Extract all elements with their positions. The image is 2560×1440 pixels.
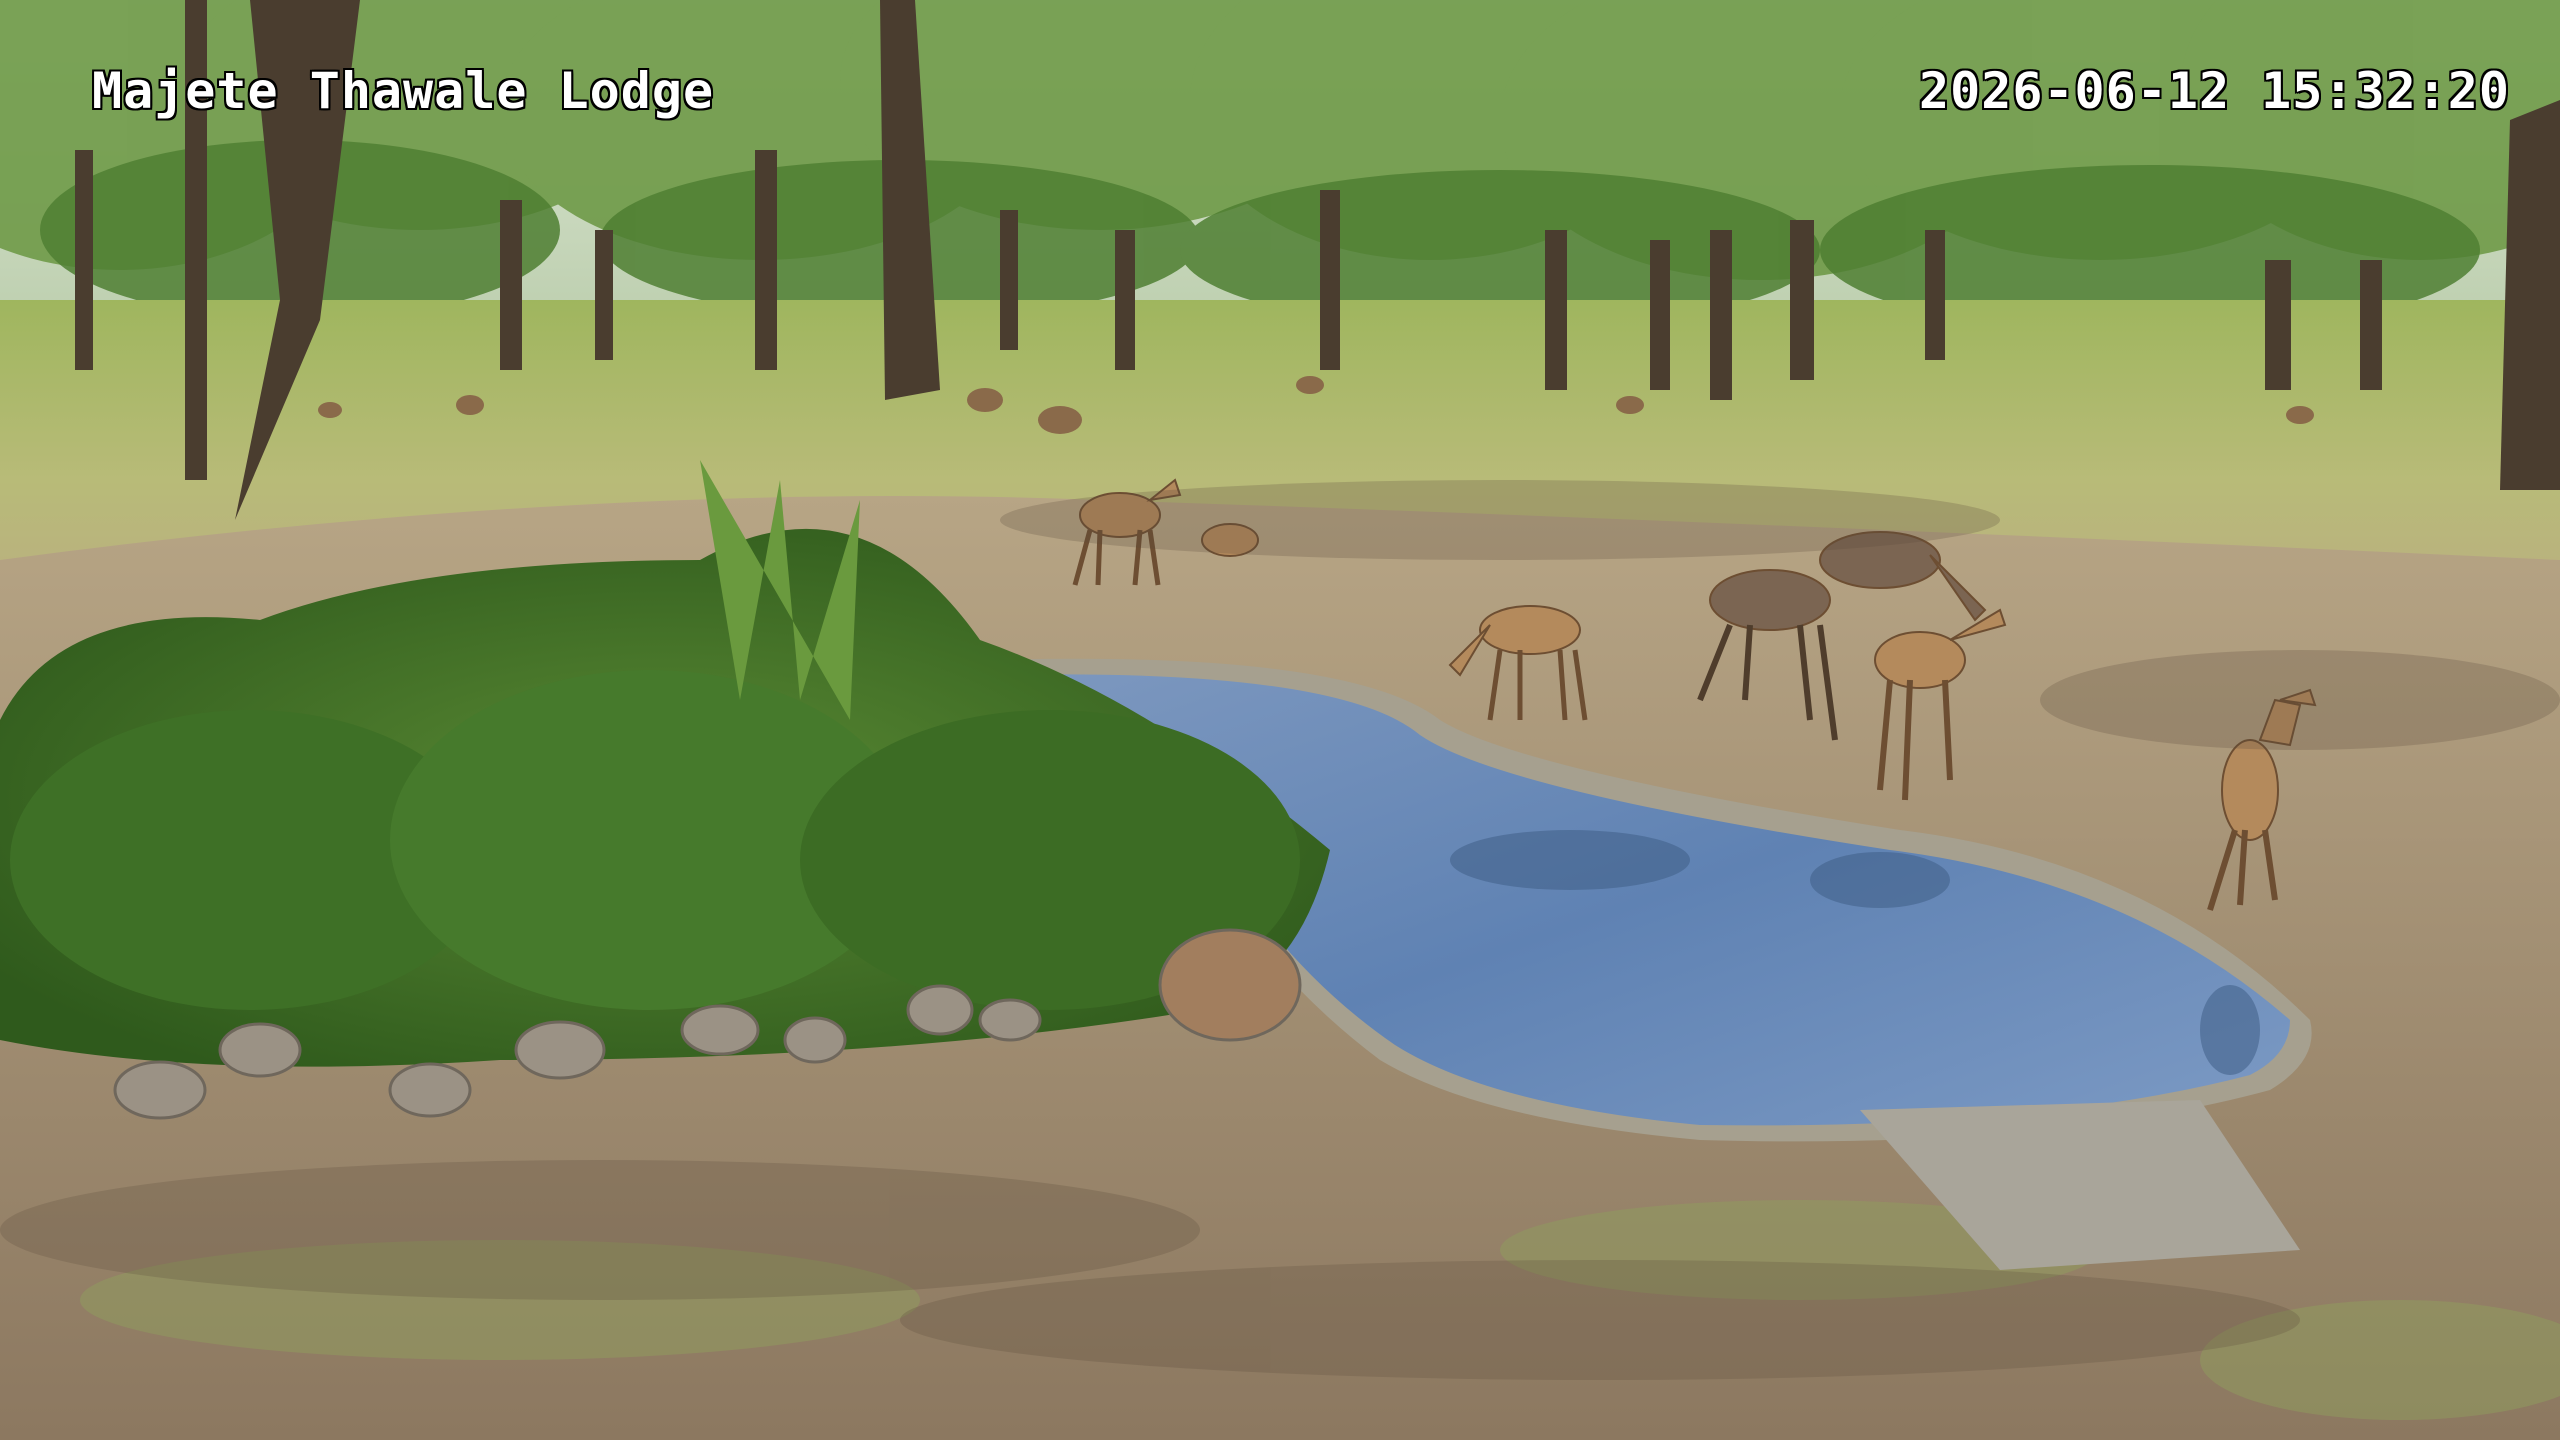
scene-image	[0, 0, 2560, 1440]
waterhole-camera-view: Majete Thawale Lodge 2026-06-12 15:32:20	[0, 0, 2560, 1440]
camera-location-label: Majete Thawale Lodge	[92, 62, 715, 120]
camera-timestamp: 2026-06-12 15:32:20	[1919, 62, 2510, 120]
